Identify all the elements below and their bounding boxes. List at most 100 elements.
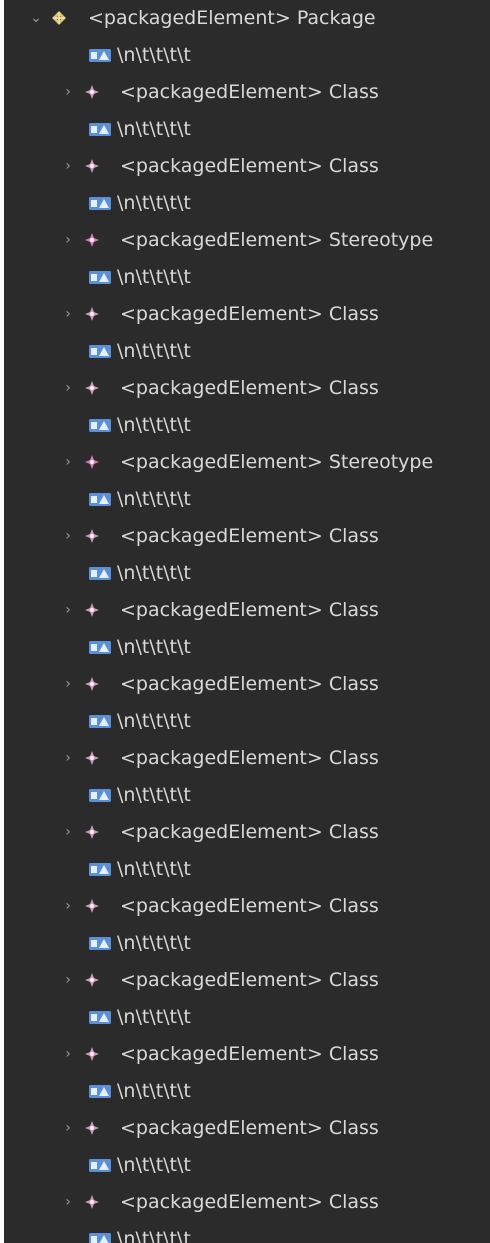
tree-row-element[interactable]: › <packagedElement> Class: [4, 592, 490, 629]
class-icon: [85, 603, 99, 617]
tree-row-text[interactable]: \n\t\t\t\t: [4, 407, 490, 444]
tree-row-element[interactable]: › <packagedElement> Class: [4, 74, 490, 111]
tree-row-text[interactable]: \n\t\t\t\t: [4, 1073, 490, 1110]
chevron-right-icon[interactable]: ›: [60, 962, 76, 999]
tree-row-element[interactable]: › <packagedElement> Class: [4, 1110, 490, 1147]
tree-row-label: <packagedElement> Class: [120, 599, 379, 621]
text-node-icon: [89, 271, 111, 284]
tree-row-text[interactable]: \n\t\t\t\t: [4, 703, 490, 740]
tree-row-label: <packagedElement> Stereotype: [120, 451, 434, 473]
text-node-icon: [89, 419, 111, 432]
class-icon: [85, 1195, 99, 1209]
text-node-icon: [89, 345, 111, 358]
tree-row-label: \n\t\t\t\t: [117, 932, 191, 954]
tree-row-text[interactable]: \n\t\t\t\t: [4, 925, 490, 962]
tree-row-element[interactable]: › <packagedElement> Stereotype: [4, 444, 490, 481]
tree-row-label: <packagedElement> Class: [120, 1117, 379, 1139]
text-node-icon: [89, 567, 111, 580]
tree-row-label: <packagedElement> Class: [120, 969, 379, 991]
tree-row-element[interactable]: › <packagedElement> Stereotype: [4, 222, 490, 259]
chevron-right-icon[interactable]: ›: [60, 740, 76, 777]
tree-row-text[interactable]: \n\t\t\t\t: [4, 481, 490, 518]
tree-row-text[interactable]: \n\t\t\t\t: [4, 1147, 490, 1184]
text-node-icon: [89, 1085, 111, 1098]
tree-children: \n\t\t\t\t › <packagedElement> Class \n\t\t…: [4, 37, 490, 1243]
chevron-right-icon[interactable]: ›: [60, 1036, 76, 1073]
tree-row-label: \n\t\t\t\t: [117, 488, 191, 510]
tree-row-element[interactable]: › <packagedElement> Class: [4, 1184, 490, 1221]
tree-row-element[interactable]: › <packagedElement> Class: [4, 740, 490, 777]
tree-row-label: <packagedElement> Class: [120, 895, 379, 917]
tree-row-element[interactable]: › <packagedElement> Class: [4, 518, 490, 555]
tree-row-label: \n\t\t\t\t: [117, 710, 191, 732]
class-icon: [85, 85, 99, 99]
text-node-icon: [89, 1159, 111, 1172]
class-icon: [85, 973, 99, 987]
chevron-right-icon[interactable]: ›: [60, 666, 76, 703]
tree-row-element[interactable]: › <packagedElement> Class: [4, 370, 490, 407]
tree-row-text[interactable]: \n\t\t\t\t: [4, 185, 490, 222]
chevron-right-icon[interactable]: ›: [60, 296, 76, 333]
tree-row-text[interactable]: \n\t\t\t\t: [4, 555, 490, 592]
text-node-icon: [89, 863, 111, 876]
chevron-right-icon[interactable]: ›: [60, 148, 76, 185]
tree-row-label: <packagedElement> Class: [120, 1043, 379, 1065]
tree-row-text[interactable]: \n\t\t\t\t: [4, 111, 490, 148]
tree-row-text[interactable]: \n\t\t\t\t: [4, 629, 490, 666]
stereotype-icon: [85, 233, 99, 247]
tree-row-text[interactable]: \n\t\t\t\t: [4, 259, 490, 296]
text-node-icon: [89, 1011, 111, 1024]
text-node-icon: [89, 715, 111, 728]
tree-row-label: \n\t\t\t\t: [117, 340, 191, 362]
chevron-right-icon[interactable]: ›: [60, 444, 76, 481]
tree-row-element[interactable]: › <packagedElement> Class: [4, 814, 490, 851]
tree-row-label: <packagedElement> Class: [120, 821, 379, 843]
chevron-right-icon[interactable]: ›: [60, 888, 76, 925]
class-icon: [85, 677, 99, 691]
chevron-right-icon[interactable]: ›: [60, 222, 76, 259]
tree-row-label: <packagedElement> Class: [120, 747, 379, 769]
tree-row-label: \n\t\t\t\t: [117, 1080, 191, 1102]
tree-row-text[interactable]: \n\t\t\t\t: [4, 999, 490, 1036]
tree-row-text[interactable]: \n\t\t\t\t: [4, 333, 490, 370]
tree-row-text[interactable]: \n\t\t\t\t: [4, 37, 490, 74]
tree-row-element[interactable]: › <packagedElement> Class: [4, 1036, 490, 1073]
chevron-down-icon[interactable]: ⌄: [28, 0, 44, 37]
tree-row-label: <packagedElement> Stereotype: [120, 229, 434, 251]
text-node-icon: [89, 1233, 111, 1243]
chevron-right-icon[interactable]: ›: [60, 74, 76, 111]
tree-row-label: \n\t\t\t\t: [117, 192, 191, 214]
tree-row-text[interactable]: \n\t\t\t\t: [4, 1221, 490, 1243]
tree-row-label: <packagedElement> Class: [120, 377, 379, 399]
chevron-right-icon[interactable]: ›: [60, 518, 76, 555]
tree-row-label: <packagedElement> Class: [120, 81, 379, 103]
tree-row-text[interactable]: \n\t\t\t\t: [4, 851, 490, 888]
tree-row-element[interactable]: › <packagedElement> Class: [4, 148, 490, 185]
tree-row-label: <packagedElement> Class: [120, 1191, 379, 1213]
text-node-icon: [89, 123, 111, 136]
tree-row-element[interactable]: › <packagedElement> Class: [4, 296, 490, 333]
chevron-right-icon[interactable]: ›: [60, 1110, 76, 1147]
text-node-icon: [89, 493, 111, 506]
text-node-icon: [89, 789, 111, 802]
chevron-right-icon[interactable]: ›: [60, 814, 76, 851]
package-icon: [52, 11, 66, 25]
tree-row-element[interactable]: › <packagedElement> Class: [4, 888, 490, 925]
chevron-right-icon[interactable]: ›: [60, 1184, 76, 1221]
chevron-right-icon[interactable]: ›: [60, 592, 76, 629]
chevron-right-icon[interactable]: ›: [60, 370, 76, 407]
tree-row-label: \n\t\t\t\t: [117, 1006, 191, 1028]
tree-row-label: \n\t\t\t\t: [117, 414, 191, 436]
tree-row-root[interactable]: ⌄ <packagedElement> Package: [4, 0, 490, 37]
class-icon: [85, 899, 99, 913]
tree-row-label: \n\t\t\t\t: [117, 118, 191, 140]
class-icon: [85, 825, 99, 839]
tree-row-label: <packagedElement> Package: [88, 7, 376, 29]
class-icon: [85, 307, 99, 321]
class-icon: [85, 751, 99, 765]
tree-row-label: \n\t\t\t\t: [117, 562, 191, 584]
class-icon: [85, 1047, 99, 1061]
tree-row-element[interactable]: › <packagedElement> Class: [4, 666, 490, 703]
tree-row-text[interactable]: \n\t\t\t\t: [4, 777, 490, 814]
tree-row-element[interactable]: › <packagedElement> Class: [4, 962, 490, 999]
